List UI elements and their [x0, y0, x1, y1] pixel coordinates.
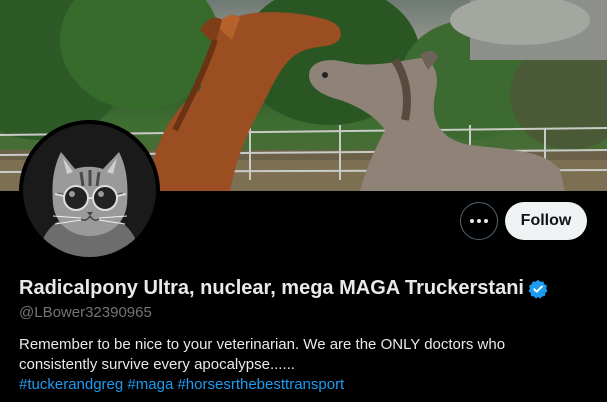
hashtag-link[interactable]: #tuckerandgreg: [19, 376, 123, 393]
display-name-row: Radicalpony Ultra, nuclear, mega MAGA Tr…: [19, 277, 548, 300]
verified-badge-icon[interactable]: [528, 279, 548, 299]
hashtag-list: #tuckerandgreg #maga #horsesrthebesttran…: [19, 375, 579, 395]
hashtag-link[interactable]: #maga: [127, 376, 173, 393]
profile-avatar[interactable]: [19, 120, 160, 261]
more-horizontal-icon: [470, 219, 488, 223]
user-handle: @LBower32390965: [19, 304, 152, 321]
more-options-button[interactable]: [460, 202, 498, 240]
hashtag-link[interactable]: #horsesrthebesttransport: [177, 376, 344, 393]
bio-line: consistently survive every apocalypse...…: [19, 356, 295, 373]
bio-line: Remember to be nice to your veterinarian…: [19, 336, 506, 353]
follow-button[interactable]: Follow: [505, 202, 587, 240]
avatar-image: [23, 124, 156, 257]
display-name: Radicalpony Ultra, nuclear, mega MAGA Tr…: [19, 277, 524, 299]
profile-bio: Remember to be nice to your veterinarian…: [19, 335, 579, 395]
